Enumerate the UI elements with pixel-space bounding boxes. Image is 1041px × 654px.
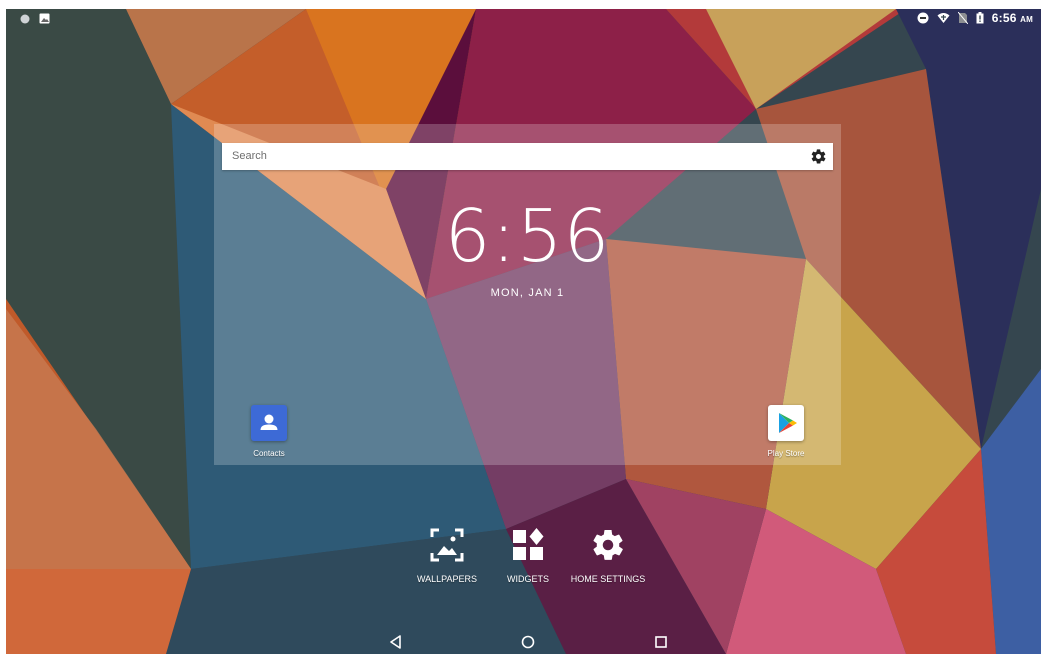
- home-settings-label: HOME SETTINGS: [570, 574, 646, 584]
- wallpapers-label: WALLPAPERS: [416, 574, 478, 584]
- clock-widget-time[interactable]: 6:56: [214, 196, 841, 276]
- notification-dot-icon: [20, 14, 30, 23]
- workspace-preview[interactable]: Search 6:56 MON, JAN 1 Contacts Play Sto…: [214, 124, 841, 465]
- status-bar-clock: 6:56 AM: [992, 11, 1033, 25]
- widgets-label: WIDGETS: [507, 574, 549, 584]
- home-settings-gear-icon: [593, 530, 623, 560]
- clock-widget-date: MON, JAN 1: [490, 287, 565, 299]
- battery-icon: [976, 12, 984, 24]
- widgets-button[interactable]: WIDGETS: [498, 527, 558, 584]
- no-sim-icon: [957, 12, 968, 24]
- play-store-icon[interactable]: [768, 405, 804, 441]
- app-play-store[interactable]: Play Store: [756, 405, 816, 458]
- image-notification-icon: [39, 13, 50, 24]
- widgets-icon: [513, 528, 544, 560]
- do-not-disturb-icon: [917, 12, 929, 24]
- app-contacts[interactable]: Contacts: [239, 405, 299, 458]
- contacts-icon[interactable]: [251, 405, 287, 441]
- home-settings-button[interactable]: HOME SETTINGS: [568, 527, 648, 584]
- gear-icon[interactable]: [810, 148, 827, 165]
- status-time-text: 6:56: [991, 11, 1017, 25]
- search-bar[interactable]: Search: [222, 143, 833, 170]
- android-screen: 6:56 AM Search 6:56 MON, JAN 1 Contacts: [6, 9, 1041, 654]
- navigation-bar: [6, 629, 1041, 654]
- app-label: Play Store: [767, 449, 805, 458]
- status-bar: 6:56 AM: [6, 9, 1041, 29]
- wallpapers-icon: [430, 528, 464, 562]
- status-bar-right: 6:56 AM: [917, 11, 1033, 25]
- wallpapers-button[interactable]: WALLPAPERS: [412, 527, 482, 584]
- back-icon[interactable]: [387, 633, 405, 651]
- home-icon[interactable]: [519, 633, 537, 651]
- wifi-icon: [937, 13, 950, 23]
- status-ampm-text: AM: [1020, 15, 1033, 24]
- app-label: Contacts: [253, 449, 285, 458]
- search-placeholder[interactable]: Search: [232, 150, 267, 162]
- recents-icon[interactable]: [652, 633, 670, 651]
- status-bar-left: [20, 13, 50, 24]
